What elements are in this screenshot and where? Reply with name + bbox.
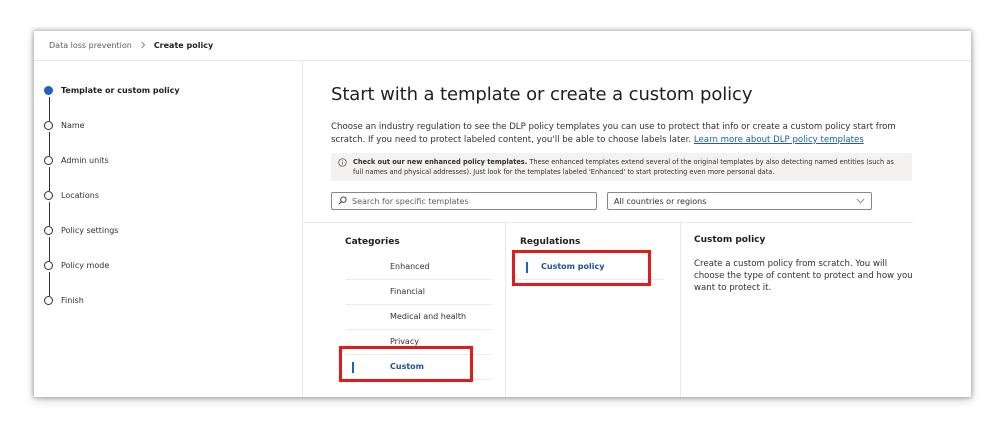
- detail-description: Create a custom policy from scratch. You…: [694, 259, 913, 293]
- page-title: Start with a template or create a custom…: [331, 84, 753, 105]
- category-enhanced[interactable]: Enhanced: [390, 262, 430, 271]
- template-search[interactable]: [331, 192, 597, 210]
- category-medical-and-health[interactable]: Medical and health: [390, 312, 466, 321]
- notice-heading: Check out our new enhanced policy templa…: [353, 158, 528, 166]
- content-divider: [303, 222, 913, 223]
- category-separator: [346, 304, 492, 305]
- step-finish: Finish: [44, 296, 84, 305]
- step-label: Locations: [61, 191, 100, 200]
- step-locations: Locations: [44, 191, 99, 200]
- chevron-down-icon: [856, 197, 865, 206]
- breadcrumb-current: Create policy: [153, 40, 214, 50]
- step-connector: [49, 272, 51, 296]
- create-policy-window: Data loss prevention Create policy Templ…: [34, 31, 971, 397]
- detail-title: Custom policy: [694, 235, 766, 245]
- column-divider: [505, 223, 506, 397]
- info-icon: [338, 158, 347, 170]
- step-label: Name: [61, 121, 85, 130]
- region-selected-value: All countries or regions: [614, 196, 707, 206]
- highlight-box-custom-policy: [512, 250, 651, 286]
- step-label: Template or custom policy: [61, 86, 180, 95]
- step-label: Policy mode: [61, 261, 110, 270]
- stepper-divider: [302, 61, 303, 397]
- step-template-or-custom-policy: Template or custom policy: [44, 86, 180, 95]
- category-financial[interactable]: Financial: [390, 287, 425, 296]
- step-label: Policy settings: [61, 226, 119, 235]
- intro-text: Choose an industry regulation to see the…: [331, 121, 916, 147]
- categories-heading: Categories: [345, 237, 400, 247]
- step-marker: [44, 191, 53, 200]
- step-connector: [49, 202, 51, 226]
- category-separator: [346, 329, 492, 330]
- step-connector: [49, 97, 51, 121]
- region-dropdown[interactable]: All countries or regions: [607, 192, 872, 210]
- breadcrumb-dlp-link[interactable]: Data loss prevention: [49, 41, 132, 50]
- learn-more-link[interactable]: Learn more about DLP policy templates: [694, 135, 864, 145]
- chevron-right-icon: [140, 41, 146, 49]
- step-connector: [49, 237, 51, 261]
- column-divider: [680, 223, 681, 397]
- search-icon: [338, 195, 352, 207]
- step-marker: [44, 121, 53, 130]
- step-label: Admin units: [61, 156, 109, 165]
- category-separator: [346, 279, 492, 280]
- step-marker: [44, 156, 53, 165]
- step-marker: [44, 226, 53, 235]
- step-policy-settings: Policy settings: [44, 226, 118, 235]
- step-marker: [44, 296, 53, 305]
- highlight-box-custom-category: [339, 346, 473, 382]
- search-input[interactable]: [352, 196, 582, 206]
- step-current-marker: [44, 86, 53, 95]
- breadcrumb: Data loss prevention Create policy: [49, 38, 213, 52]
- step-policy-mode: Policy mode: [44, 261, 109, 270]
- category-privacy[interactable]: Privacy: [390, 337, 419, 346]
- step-name: Name: [44, 121, 85, 130]
- step-label: Finish: [61, 296, 84, 305]
- header-divider: [34, 60, 971, 61]
- step-admin-units: Admin units: [44, 156, 109, 165]
- step-connector: [49, 167, 51, 191]
- enhanced-templates-notice: Check out our new enhanced policy templa…: [331, 153, 912, 181]
- step-connector: [49, 132, 51, 156]
- step-marker: [44, 261, 53, 270]
- regulations-heading: Regulations: [520, 237, 581, 247]
